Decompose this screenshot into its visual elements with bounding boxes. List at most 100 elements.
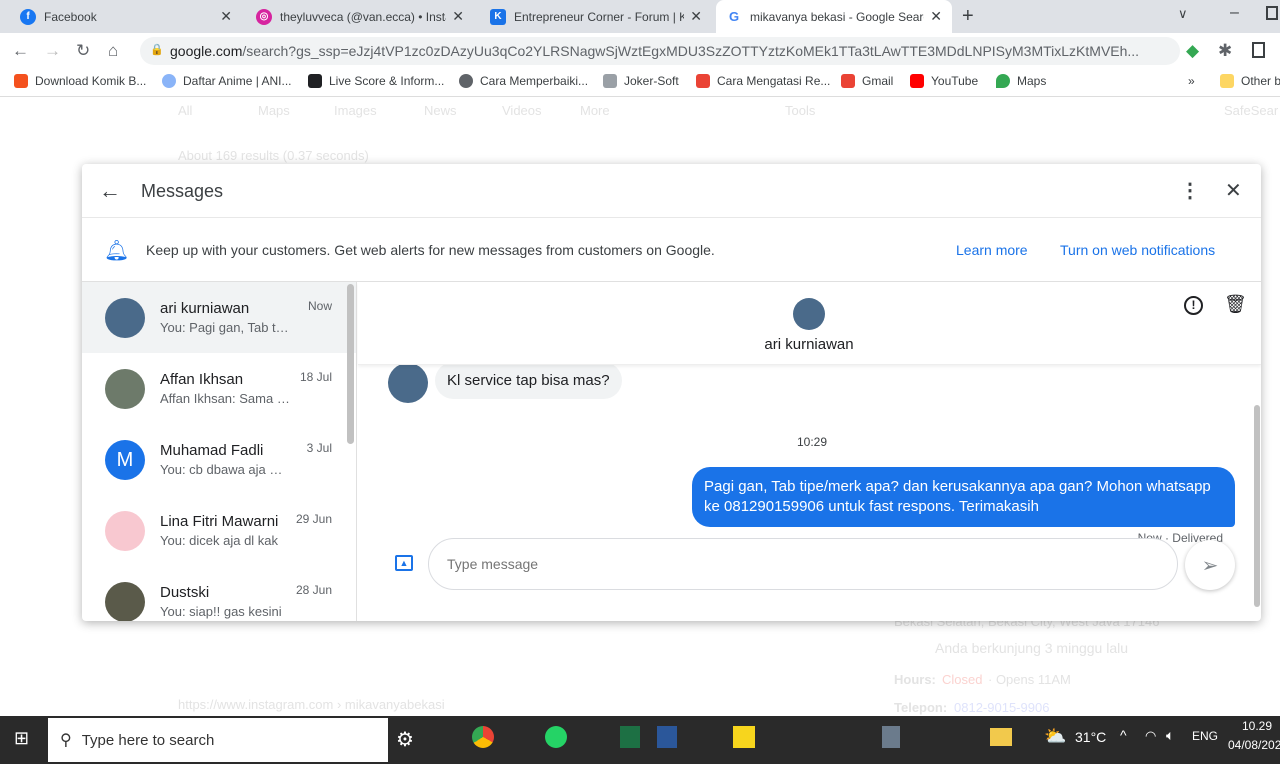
new-tab-button[interactable]: +: [962, 5, 974, 28]
image-icon[interactable]: ▲: [395, 555, 413, 571]
tab-strip: f Facebook ✕ ◎ theyluvveca (@van.ecca) • In…: [0, 0, 1280, 33]
conversation-item[interactable]: ari kurniawan You: Pagi gan, Tab tipe/mer…: [82, 282, 356, 353]
tab-title: mikavanya bekasi - Google Searc: [750, 9, 925, 24]
chat-scrollbar[interactable]: [1254, 405, 1260, 607]
clock-date[interactable]: 04/08/2022: [1228, 738, 1280, 752]
weather-icon[interactable]: ⛅: [1044, 726, 1066, 747]
volume-icon[interactable]: 🔈︎: [1166, 727, 1174, 744]
wifi-icon[interactable]: ◠: [1145, 728, 1156, 744]
reload-icon[interactable]: ↻: [76, 41, 90, 61]
bookmark-gmail[interactable]: Gmail: [841, 74, 893, 88]
bookmark-label: Joker-Soft: [624, 74, 679, 88]
settings-icon[interactable]: ⚙: [396, 727, 414, 752]
message-input[interactable]: [428, 538, 1178, 590]
conversation-item[interactable]: Affan Ikhsan Affan Ikhsan: Sama mas 18 Jul: [82, 353, 356, 424]
bookmarks-bar: Download Komik B... Daftar Anime | ANI..…: [0, 67, 1280, 97]
bookmark[interactable]: Joker-Soft: [603, 74, 679, 88]
message-time: 10:29: [796, 435, 828, 449]
tab-kaskus[interactable]: K Entrepreneur Corner - Forum | Ka ✕: [480, 0, 712, 33]
learn-more-link[interactable]: Learn more: [956, 242, 1028, 258]
contact-name: Dustski: [160, 584, 210, 601]
back-arrow-icon[interactable]: ←: [99, 178, 121, 204]
hours-open: · Opens 11AM: [988, 672, 1071, 687]
tab-instagram[interactable]: ◎ theyluvveca (@van.ecca) • Instagr ✕: [246, 0, 474, 33]
turn-on-notifications-link[interactable]: Turn on web notifications: [1060, 242, 1215, 258]
contact-name: ari kurniawan: [160, 300, 250, 317]
close-icon[interactable]: ✕: [690, 8, 702, 25]
search-tab: More: [580, 103, 610, 118]
bookmark-label: Daftar Anime | ANI...: [183, 74, 292, 88]
address-bar[interactable]: 🔒 google.com/search?gs_ssp=eJzj4tVP1zc0z…: [140, 37, 1180, 65]
restore-button[interactable]: [1266, 6, 1278, 20]
bookmark[interactable]: Cara Memperbaiki...: [459, 74, 588, 88]
bookmark-favicon-icon: [162, 74, 176, 88]
safesearch: SafeSear: [1224, 103, 1279, 118]
side-panel-icon[interactable]: [1252, 42, 1265, 58]
bookmark-favicon-icon: [308, 74, 322, 88]
sticky-notes-icon[interactable]: [733, 726, 755, 748]
dialog-header: ← Messages ⋮ ✕: [82, 164, 1261, 218]
close-icon[interactable]: ✕: [1225, 178, 1242, 203]
toolbar: ← → ↻ ⌂ 🔒 google.com/search?gs_ssp=eJzj4…: [0, 33, 1280, 67]
results-count: About 169 results (0.37 seconds): [178, 148, 369, 163]
contact-avatar: [793, 298, 825, 330]
message-date: 28 Jun: [295, 583, 332, 597]
bookmark-maps[interactable]: Maps: [996, 74, 1046, 88]
close-icon[interactable]: ✕: [220, 8, 232, 25]
list-scrollbar[interactable]: [347, 284, 354, 444]
message-preview: You: siap!! gas kesini: [160, 604, 282, 619]
bookmark[interactable]: Daftar Anime | ANI...: [162, 74, 292, 88]
bookmark[interactable]: Download Komik B...: [14, 74, 146, 88]
taskbar: ⊞ ⚲ Type here to search ⚙ ⛅ 31°C ^ ◠ 🔈︎ E…: [0, 716, 1280, 764]
bookmark[interactable]: Cara Mengatasi Re...: [696, 74, 830, 88]
bookmark[interactable]: Live Score & Inform...: [308, 74, 444, 88]
send-button[interactable]: ➢: [1185, 540, 1235, 590]
minimize-button[interactable]: –: [1230, 4, 1239, 22]
conversation-item[interactable]: M Muhamad Fadli You: cb dbawa aja mas 3 Jul: [82, 424, 356, 495]
report-icon[interactable]: !: [1184, 296, 1203, 315]
tab-search-icon[interactable]: ∨: [1178, 6, 1188, 22]
facebook-icon: f: [20, 8, 36, 25]
url-path: /search?gs_ssp=eJzj4tVP1zc0zDAzyUu3qCo2Y…: [242, 43, 1140, 59]
windows-start-icon[interactable]: ⊞: [14, 728, 29, 749]
tab-google-search[interactable]: Gmikavanya bekasi - Google Searc ✕: [716, 0, 952, 33]
hours-label: Hours:: [894, 672, 936, 687]
tab-facebook[interactable]: f Facebook ✕: [10, 0, 242, 33]
excel-icon[interactable]: [620, 726, 640, 748]
calculator-icon[interactable]: [882, 726, 900, 748]
taskbar-search[interactable]: ⚲ Type here to search: [48, 718, 388, 762]
home-icon[interactable]: ⌂: [108, 41, 118, 61]
extensions-puzzle-icon[interactable]: ✱: [1218, 41, 1232, 61]
contact-name: ari kurniawan: [764, 336, 854, 353]
extension-icon[interactable]: ◆: [1186, 41, 1199, 61]
language-indicator[interactable]: ENG: [1192, 729, 1218, 743]
search-tab: Videos: [502, 103, 542, 118]
tab-title: theyluvveca (@van.ecca) • Instagr: [280, 9, 447, 24]
weather-temp[interactable]: 31°C: [1075, 729, 1106, 745]
close-icon[interactable]: ✕: [452, 8, 464, 25]
bookmark-label: Maps: [1017, 74, 1047, 88]
bookmark-youtube[interactable]: YouTube: [910, 74, 978, 88]
instagram-icon: ◎: [256, 8, 272, 25]
clock-time[interactable]: 10.29: [1242, 719, 1272, 733]
delete-icon[interactable]: 🗑︎: [1224, 294, 1247, 315]
file-explorer-icon[interactable]: [990, 728, 1012, 746]
messages-dialog: ← Messages ⋮ ✕ 🔔︎ Keep up with your cust…: [82, 164, 1261, 621]
send-icon: ➢: [1201, 554, 1219, 577]
forward-icon[interactable]: →: [44, 41, 61, 61]
conversation-item[interactable]: Dustski You: siap!! gas kesini 28 Jun: [82, 566, 356, 621]
conversation-item[interactable]: Lina Fitri Mawarni You: dicek aja dl kak 2…: [82, 495, 356, 566]
phone: 0812-9015-9906: [954, 700, 1050, 715]
chrome-icon[interactable]: [472, 726, 494, 748]
close-icon[interactable]: ✕: [930, 8, 942, 25]
other-bookmarks[interactable]: Other b: [1220, 74, 1280, 88]
contact-name: Affan Ikhsan: [160, 371, 244, 388]
word-icon[interactable]: [657, 726, 677, 748]
more-bookmarks-icon[interactable]: »: [1188, 74, 1195, 88]
chat-header: ari kurniawan ! 🗑︎: [358, 282, 1261, 365]
more-options-icon[interactable]: ⋮: [1180, 178, 1200, 203]
whatsapp-icon[interactable]: [545, 726, 567, 748]
back-icon[interactable]: ←: [12, 41, 29, 61]
bookmark-favicon-icon: [910, 74, 924, 88]
chevron-up-icon[interactable]: ^: [1120, 727, 1127, 743]
